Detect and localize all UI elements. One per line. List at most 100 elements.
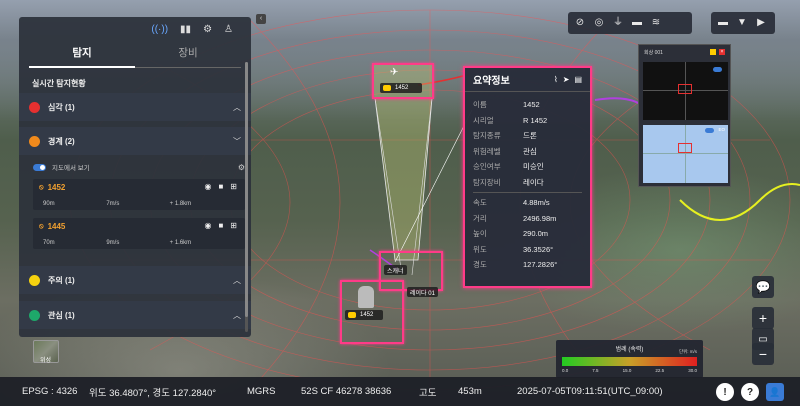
- target-tag-label: 1452: [360, 312, 374, 318]
- info-row: 경도 127.2826°: [465, 257, 590, 273]
- info-key: 거리: [473, 213, 487, 223]
- signal-icon[interactable]: ((·)): [151, 24, 168, 35]
- video-frame-eo[interactable]: EO: [643, 125, 728, 183]
- video-camera-icon[interactable]: ■: [218, 182, 223, 191]
- chat-button[interactable]: 💬: [752, 276, 774, 298]
- altitude-value: 70m: [43, 240, 55, 246]
- info-row: 시리얼 R 1452: [465, 113, 590, 129]
- gear-icon[interactable]: ⚙: [203, 24, 212, 35]
- altitude-label: 고도: [419, 387, 437, 399]
- tab-detection[interactable]: 탐지: [29, 42, 135, 68]
- target-icon[interactable]: ◉: [204, 182, 211, 191]
- altitude-readout: 453m: [458, 386, 482, 397]
- zoom-in-button[interactable]: +: [752, 307, 774, 329]
- chevron-up-icon: ︿: [233, 102, 241, 112]
- legend-tick: 15.0: [622, 368, 632, 373]
- target-drone-box[interactable]: ✈ 1452: [372, 63, 434, 99]
- antenna-icon[interactable]: ⏚: [612, 17, 624, 29]
- category-warning[interactable]: 경계 (2) ﹀: [19, 127, 251, 155]
- minimize-icon[interactable]: [710, 49, 716, 55]
- category-label: 관심 (1): [48, 310, 75, 320]
- yellow-badge-icon: [348, 312, 356, 318]
- video-title: 회상 001: [644, 49, 663, 56]
- legend-gradient: [562, 357, 697, 366]
- info-value: 미승인: [523, 162, 544, 172]
- alert-button[interactable]: !: [716, 383, 734, 401]
- info-key: 위험레벨: [473, 146, 501, 156]
- chevron-up-icon: ︿: [233, 275, 241, 285]
- target-icon[interactable]: ◉: [204, 221, 211, 230]
- close-button[interactable]: ×: [719, 49, 725, 55]
- info-key: 탐지종류: [473, 131, 501, 141]
- info-row: 거리 2496.98m: [465, 211, 590, 227]
- add-icon[interactable]: ⊞: [230, 221, 237, 230]
- caution-dot-icon: [29, 274, 40, 286]
- legend-tick: 0.0: [562, 368, 569, 373]
- info-key: 높이: [473, 229, 487, 239]
- feed-toggle[interactable]: [705, 128, 714, 133]
- status-bar: EPSG : 4326 위도 36.4807°, 경도 127.2840° MG…: [0, 377, 800, 406]
- detection-id: 1445: [47, 222, 66, 231]
- info-value: 레이다: [523, 177, 544, 187]
- video-frame-ir[interactable]: [643, 62, 728, 120]
- category-interest[interactable]: 관심 (1) ︿: [19, 301, 251, 329]
- info-row: 탐지종류 드론: [465, 128, 590, 144]
- tab-equipment[interactable]: 장비: [135, 42, 241, 68]
- user-button[interactable]: 👤: [766, 383, 784, 401]
- panel-tabs: 탐지 장비: [29, 42, 241, 68]
- compass-icon[interactable]: ◎: [593, 17, 605, 29]
- info-key: 위도: [473, 244, 487, 254]
- panel-scrollbar[interactable]: [245, 62, 248, 332]
- legend-unit: 단위: m/s: [678, 349, 697, 354]
- tracking-reticle-icon: [678, 143, 692, 153]
- chat-icon: 💬: [755, 280, 771, 294]
- altitude-value: 90m: [43, 201, 55, 207]
- radar-jammer-icon[interactable]: ≋: [650, 17, 662, 29]
- info-value: 2496.98m: [523, 213, 557, 223]
- no-entry-icon[interactable]: ⊘: [574, 17, 586, 29]
- gear-icon[interactable]: ⚙: [238, 163, 245, 172]
- category-critical[interactable]: 심각 (1) ︿: [19, 93, 251, 121]
- add-icon[interactable]: ⊞: [230, 182, 237, 191]
- time-readout: 2025-07-05T09:11:51(UTC_09:00): [517, 386, 663, 397]
- drone-off-icon: ⦸: [39, 222, 44, 230]
- eo-label: EO: [718, 127, 725, 132]
- info-value: 290.0m: [523, 229, 549, 239]
- collapse-panel-button[interactable]: ‹: [256, 14, 266, 24]
- legend-tick: 30.0: [688, 368, 697, 373]
- feed-toggle[interactable]: [713, 67, 722, 72]
- chevron-up-icon: ︿: [233, 310, 241, 320]
- info-value: 1452: [523, 100, 540, 110]
- detection-card-1445[interactable]: ⦸ 1445 ◉ ■ ⊞ 70m 9m/s + 1.6km: [33, 218, 245, 249]
- view-tools-toolbar: ▬ ▼ ▶: [711, 12, 775, 34]
- category-caution[interactable]: 주의 (1) ︿: [19, 266, 251, 294]
- wifi-off-icon[interactable]: ⌇: [554, 75, 558, 84]
- help-button[interactable]: ?: [741, 383, 759, 401]
- info-key: 속도: [473, 198, 487, 208]
- legend-ticks: 0.0 7.5 15.0 22.5 30.0: [562, 368, 697, 373]
- drone-icon: ✈: [390, 67, 399, 78]
- category-label: 주의 (1): [48, 275, 75, 285]
- detection-card-1452[interactable]: ⦸ 1452 ◉ ■ ⊞ 90m 7m/s + 1.8km: [33, 179, 245, 210]
- play-icon[interactable]: ▶: [755, 17, 767, 29]
- document-icon[interactable]: ▤: [574, 75, 582, 84]
- target-person-box[interactable]: 1452: [340, 280, 404, 344]
- legend-tick: 22.5: [655, 368, 665, 373]
- user-icon[interactable]: ♙: [224, 24, 233, 35]
- summary-info-popup: 요약정보 ⌇ ➤ ▤ 이름 1452 시리얼 R 1452 탐지종류 드론 위험레벨 관…: [463, 66, 592, 288]
- camera-icon[interactable]: ▬: [631, 17, 643, 29]
- send-icon[interactable]: ➤: [563, 75, 570, 84]
- critical-dot-icon: [29, 101, 40, 113]
- info-key: 시리얼: [473, 115, 494, 125]
- video-camera-icon[interactable]: ■: [218, 221, 223, 230]
- map-toggle[interactable]: [33, 163, 46, 171]
- plus-icon: +: [758, 310, 768, 326]
- bar-chart-icon[interactable]: ▮▮: [180, 24, 191, 35]
- divider: [473, 192, 582, 193]
- epsg-readout: EPSG : 4326: [22, 386, 78, 397]
- scanner-label: 스캐너: [384, 265, 407, 275]
- zoom-out-button[interactable]: −: [752, 343, 774, 365]
- ruler-icon[interactable]: ▬: [717, 17, 729, 29]
- filter-icon[interactable]: ▼: [736, 17, 748, 29]
- section-title: 실시간 탐지현황: [32, 79, 86, 88]
